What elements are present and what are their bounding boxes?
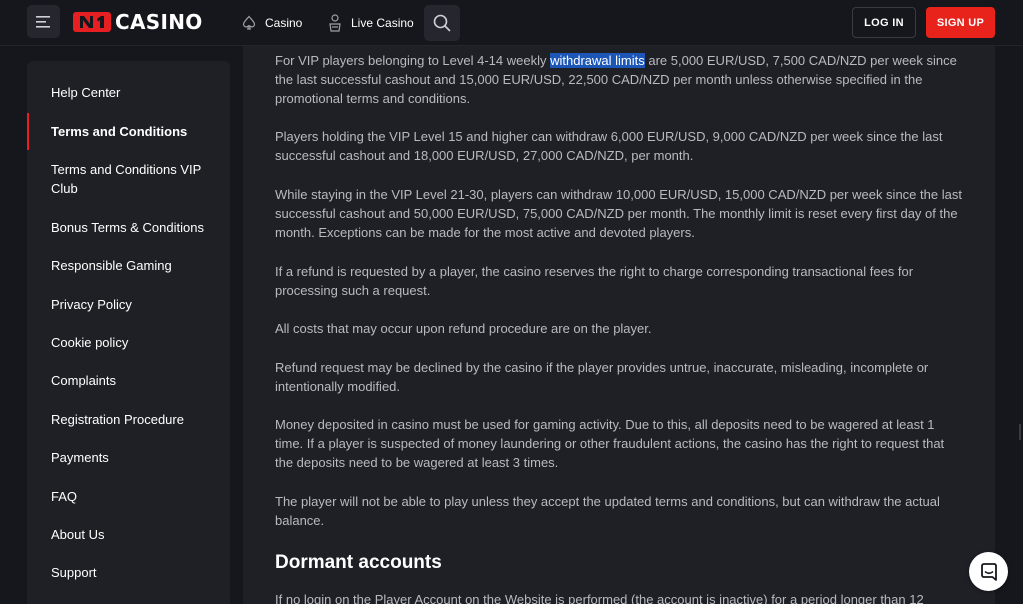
sidebar-item-complaints[interactable]: Complaints bbox=[27, 371, 230, 390]
chat-button[interactable] bbox=[969, 552, 1008, 591]
paragraph-updated-terms: The player will not be able to play unle… bbox=[275, 494, 940, 529]
section-title: Dormant accounts bbox=[275, 552, 442, 573]
sidebar-item-support[interactable]: Support bbox=[27, 563, 230, 582]
scrollbar[interactable] bbox=[1019, 424, 1021, 440]
sidebar-item-about-us[interactable]: About Us bbox=[27, 525, 230, 544]
paragraph-refund-fees: If a refund is requested by a player, th… bbox=[275, 264, 914, 299]
paragraph-refund-costs: All costs that may occur upon refund pro… bbox=[275, 321, 652, 336]
casino-logo[interactable]: CASINO bbox=[73, 10, 203, 34]
paragraph-text: For VIP players belonging to Level 4-14 … bbox=[275, 53, 551, 68]
selected-text[interactable]: withdrawal limits bbox=[550, 53, 645, 68]
paragraph-vip-21-30: While staying in the VIP Level 21-30, pl… bbox=[275, 187, 962, 241]
nav-casino[interactable]: Casino bbox=[241, 12, 302, 34]
search-button[interactable] bbox=[424, 5, 460, 41]
sidebar-item-help-center[interactable]: Help Center bbox=[27, 83, 230, 102]
nav-live-casino-label: Live Casino bbox=[351, 16, 414, 30]
logo-badge bbox=[73, 12, 111, 32]
sidebar-item-faq[interactable]: FAQ bbox=[27, 487, 230, 506]
sidebar-item-terms-and-conditions[interactable]: Terms and Conditions bbox=[27, 122, 230, 141]
dealer-icon bbox=[329, 14, 341, 32]
help-sidebar: Help Center Terms and Conditions Terms a… bbox=[27, 61, 230, 604]
paragraph-vip-4-14: For VIP players belonging to Level 4-14 … bbox=[275, 51, 965, 109]
paragraph-dormant: If no login on the Player Account on the… bbox=[275, 592, 924, 604]
spade-icon bbox=[242, 15, 256, 30]
n1-logo-icon bbox=[80, 16, 104, 28]
terms-content: For VIP players belonging to Level 4-14 … bbox=[243, 46, 995, 604]
search-icon bbox=[433, 14, 451, 32]
nav-casino-label: Casino bbox=[265, 16, 303, 30]
sidebar-item-responsible-gaming[interactable]: Responsible Gaming bbox=[27, 256, 230, 275]
sidebar-item-privacy-policy[interactable]: Privacy Policy bbox=[27, 295, 230, 314]
sidebar-item-payments[interactable]: Payments bbox=[27, 448, 230, 467]
sidebar-item-cookie-policy[interactable]: Cookie policy bbox=[27, 333, 230, 352]
chat-icon bbox=[980, 562, 997, 581]
sidebar-item-registration-procedure[interactable]: Registration Procedure bbox=[27, 410, 230, 429]
hamburger-icon bbox=[35, 15, 50, 28]
sidebar-item-bonus-terms[interactable]: Bonus Terms & Conditions bbox=[27, 218, 230, 237]
top-header: CASINO Casino Live Casino LOG IN SIGN UP bbox=[0, 0, 1023, 46]
sidebar-item-terms-vip-club[interactable]: Terms and Conditions VIP Club bbox=[27, 160, 230, 198]
signup-button[interactable]: SIGN UP bbox=[926, 7, 995, 38]
menu-button[interactable] bbox=[27, 5, 60, 38]
login-button[interactable]: LOG IN bbox=[852, 7, 916, 38]
nav-live-casino[interactable]: Live Casino bbox=[327, 12, 414, 34]
logo-text: CASINO bbox=[115, 10, 203, 34]
paragraph-vip-15: Players holding the VIP Level 15 and hig… bbox=[275, 129, 943, 164]
paragraph-refund-declined: Refund request may be declined by the ca… bbox=[275, 360, 929, 395]
paragraph-deposits-wager: Money deposited in casino must be used f… bbox=[275, 417, 945, 471]
